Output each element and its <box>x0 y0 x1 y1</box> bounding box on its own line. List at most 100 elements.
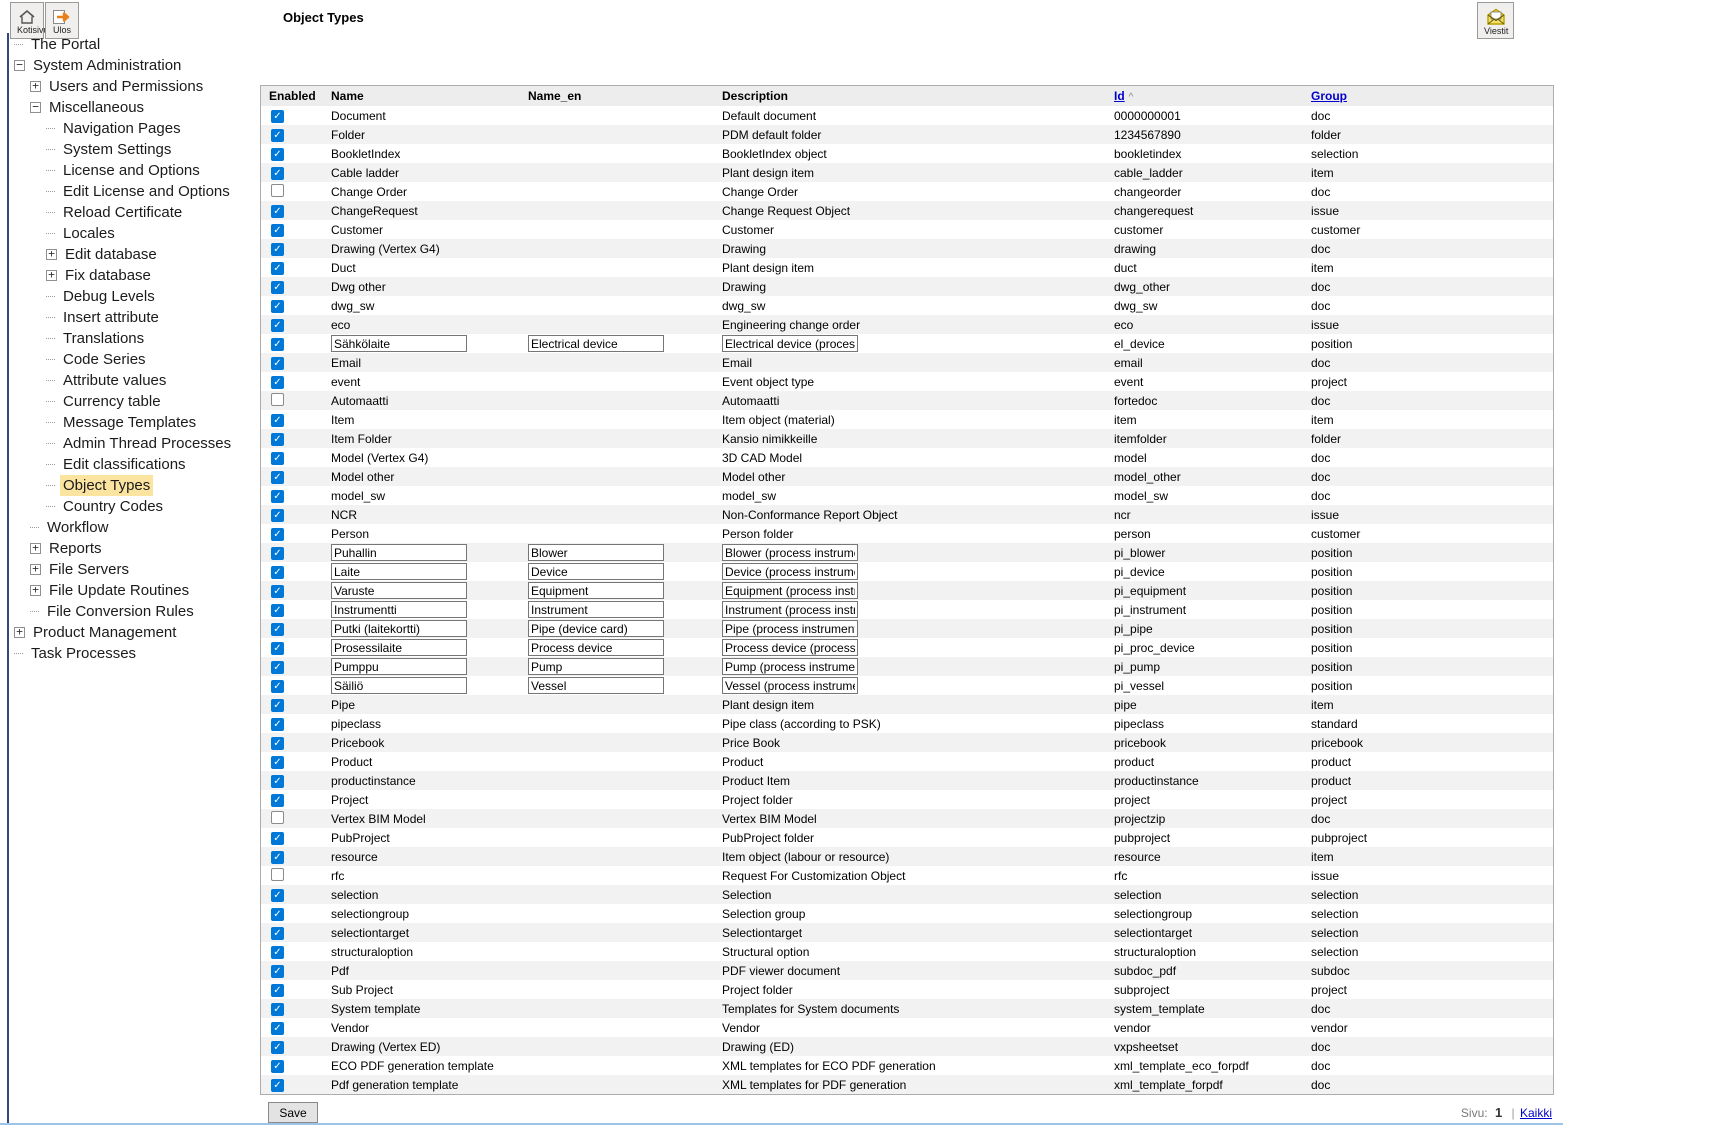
enabled-checkbox[interactable]: ✓ <box>271 205 284 218</box>
enabled-checkbox[interactable]: ✓ <box>271 680 284 693</box>
tree-item-reports[interactable]: +Reports <box>12 538 258 559</box>
enabled-checkbox[interactable]: ✓ <box>271 1079 284 1092</box>
tree-item-translations[interactable]: Translations <box>12 328 258 349</box>
enabled-checkbox[interactable]: ✓ <box>271 642 284 655</box>
enabled-checkbox[interactable]: ✓ <box>271 300 284 313</box>
name-input[interactable] <box>331 658 467 675</box>
tree-item-admin-thread-processes[interactable]: Admin Thread Processes <box>12 433 258 454</box>
expand-icon[interactable]: + <box>46 249 57 260</box>
tree-item-object-types[interactable]: Object Types <box>12 475 258 496</box>
tree-item-debug-levels[interactable]: Debug Levels <box>12 286 258 307</box>
name-input[interactable] <box>331 582 467 599</box>
enabled-checkbox[interactable]: ✓ <box>271 946 284 959</box>
enabled-checkbox[interactable]: ✓ <box>271 699 284 712</box>
description-input[interactable] <box>722 582 858 599</box>
enabled-checkbox[interactable]: ✓ <box>271 1022 284 1035</box>
enabled-checkbox[interactable]: ✓ <box>271 262 284 275</box>
tree-item-reload-certificate[interactable]: Reload Certificate <box>12 202 258 223</box>
name-input[interactable] <box>331 335 467 352</box>
enabled-checkbox[interactable]: ✓ <box>271 319 284 332</box>
description-input[interactable] <box>722 658 858 675</box>
enabled-checkbox[interactable]: ✓ <box>271 528 284 541</box>
collapse-icon[interactable]: − <box>30 102 41 113</box>
tree-item-insert-attribute[interactable]: Insert attribute <box>12 307 258 328</box>
name-input[interactable] <box>331 639 467 656</box>
enabled-checkbox[interactable]: ✓ <box>271 566 284 579</box>
name-en-input[interactable] <box>528 677 664 694</box>
messages-button[interactable]: Viestit <box>1477 2 1514 39</box>
tree-item-fix-database[interactable]: +Fix database <box>12 265 258 286</box>
tree-item-file-conversion-rules[interactable]: File Conversion Rules <box>12 601 258 622</box>
description-input[interactable] <box>722 335 858 352</box>
enabled-checkbox[interactable]: ✓ <box>271 984 284 997</box>
enabled-checkbox[interactable]: ✓ <box>271 718 284 731</box>
tree-item-the-portal[interactable]: The Portal <box>12 34 258 55</box>
description-input[interactable] <box>722 563 858 580</box>
enabled-checkbox[interactable]: ✓ <box>271 661 284 674</box>
enabled-checkbox[interactable]: ✓ <box>271 1060 284 1073</box>
expand-icon[interactable]: + <box>30 81 41 92</box>
enabled-checkbox[interactable]: ✓ <box>271 832 284 845</box>
expand-icon[interactable]: + <box>30 585 41 596</box>
description-input[interactable] <box>722 620 858 637</box>
tree-item-edit-database[interactable]: +Edit database <box>12 244 258 265</box>
enabled-checkbox[interactable]: ✓ <box>271 110 284 123</box>
enabled-checkbox[interactable] <box>271 868 284 881</box>
name-input[interactable] <box>331 544 467 561</box>
tree-item-locales[interactable]: Locales <box>12 223 258 244</box>
enabled-checkbox[interactable]: ✓ <box>271 148 284 161</box>
enabled-checkbox[interactable]: ✓ <box>271 376 284 389</box>
enabled-checkbox[interactable]: ✓ <box>271 224 284 237</box>
tree-item-edit-classifications[interactable]: Edit classifications <box>12 454 258 475</box>
enabled-checkbox[interactable]: ✓ <box>271 604 284 617</box>
enabled-checkbox[interactable]: ✓ <box>271 414 284 427</box>
tree-item-workflow[interactable]: Workflow <box>12 517 258 538</box>
enabled-checkbox[interactable] <box>271 184 284 197</box>
tree-item-miscellaneous[interactable]: −Miscellaneous <box>12 97 258 118</box>
name-en-input[interactable] <box>528 620 664 637</box>
enabled-checkbox[interactable]: ✓ <box>271 338 284 351</box>
enabled-checkbox[interactable]: ✓ <box>271 1003 284 1016</box>
enabled-checkbox[interactable]: ✓ <box>271 129 284 142</box>
enabled-checkbox[interactable]: ✓ <box>271 927 284 940</box>
tree-item-file-update-routines[interactable]: +File Update Routines <box>12 580 258 601</box>
enabled-checkbox[interactable]: ✓ <box>271 756 284 769</box>
description-input[interactable] <box>722 544 858 561</box>
enabled-checkbox[interactable]: ✓ <box>271 794 284 807</box>
tree-item-message-templates[interactable]: Message Templates <box>12 412 258 433</box>
tree-item-navigation-pages[interactable]: Navigation Pages <box>12 118 258 139</box>
enabled-checkbox[interactable] <box>271 393 284 406</box>
name-en-input[interactable] <box>528 335 664 352</box>
enabled-checkbox[interactable] <box>271 811 284 824</box>
enabled-checkbox[interactable]: ✓ <box>271 737 284 750</box>
description-input[interactable] <box>722 677 858 694</box>
expand-icon[interactable]: + <box>14 627 25 638</box>
enabled-checkbox[interactable]: ✓ <box>271 889 284 902</box>
enabled-checkbox[interactable]: ✓ <box>271 908 284 921</box>
tree-item-task-processes[interactable]: Task Processes <box>12 643 258 664</box>
tree-item-edit-license-and-options[interactable]: Edit License and Options <box>12 181 258 202</box>
enabled-checkbox[interactable]: ✓ <box>271 167 284 180</box>
enabled-checkbox[interactable]: ✓ <box>271 547 284 560</box>
column-sort-link-id[interactable]: Id <box>1114 89 1125 103</box>
show-all-link[interactable]: Kaikki <box>1520 1106 1552 1120</box>
tree-item-system-administration[interactable]: −System Administration <box>12 55 258 76</box>
tree-item-product-management[interactable]: +Product Management <box>12 622 258 643</box>
name-en-input[interactable] <box>528 601 664 618</box>
name-input[interactable] <box>331 620 467 637</box>
enabled-checkbox[interactable]: ✓ <box>271 585 284 598</box>
name-input[interactable] <box>331 601 467 618</box>
tree-item-license-and-options[interactable]: License and Options <box>12 160 258 181</box>
name-en-input[interactable] <box>528 639 664 656</box>
name-en-input[interactable] <box>528 544 664 561</box>
expand-icon[interactable]: + <box>46 270 57 281</box>
enabled-checkbox[interactable]: ✓ <box>271 452 284 465</box>
description-input[interactable] <box>722 601 858 618</box>
enabled-checkbox[interactable]: ✓ <box>271 433 284 446</box>
name-en-input[interactable] <box>528 658 664 675</box>
enabled-checkbox[interactable]: ✓ <box>271 965 284 978</box>
collapse-icon[interactable]: − <box>14 60 25 71</box>
tree-item-file-servers[interactable]: +File Servers <box>12 559 258 580</box>
enabled-checkbox[interactable]: ✓ <box>271 243 284 256</box>
enabled-checkbox[interactable]: ✓ <box>271 851 284 864</box>
